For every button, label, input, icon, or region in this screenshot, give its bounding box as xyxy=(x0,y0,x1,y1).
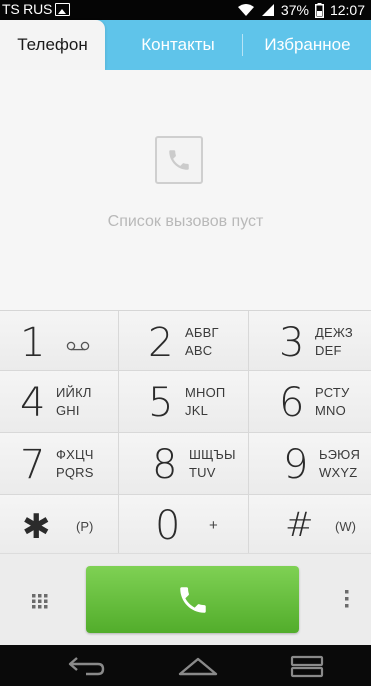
key-2[interactable]: 2 АБВГ ABC xyxy=(119,311,249,371)
key-letters-latin: ABC xyxy=(185,343,213,358)
dialpad-grid-icon[interactable] xyxy=(22,586,58,616)
key-sub-label: (W) xyxy=(335,519,356,534)
key-letters-cyrillic: ДЕЖЗ xyxy=(315,325,353,340)
key-9[interactable]: 9 ЬЭЮЯ WXYZ xyxy=(249,433,371,495)
call-button[interactable] xyxy=(86,566,299,633)
key-7[interactable]: 7 ФХЦЧ PQRS xyxy=(0,433,119,495)
tab-bar: Телефон Контакты Избранное xyxy=(0,20,371,70)
key-digit: 2 xyxy=(148,320,174,366)
key-letters-latin: DEF xyxy=(315,343,342,358)
tab-phone[interactable]: Телефон xyxy=(0,20,105,70)
clock: 12:07 xyxy=(329,2,365,18)
navigation-bar xyxy=(0,645,371,686)
voicemail-icon xyxy=(66,341,90,351)
key-digit: 1 xyxy=(20,320,46,366)
key-sub-label: (P) xyxy=(76,519,94,534)
dial-keypad: 1 2 АБВГ ABC 3 ДЕЖЗ DEF 4 ИЙКЛ GHI 5 МНО… xyxy=(0,310,371,554)
key-letters-cyrillic: ИЙКЛ xyxy=(56,385,92,400)
key-sub-label: + xyxy=(209,517,218,534)
battery-icon xyxy=(314,2,324,18)
key-letters-latin: MNO xyxy=(315,403,346,418)
tab-contacts[interactable]: Контакты xyxy=(114,20,242,70)
key-digit: # xyxy=(285,505,314,545)
recent-apps-icon[interactable] xyxy=(282,651,332,681)
key-8[interactable]: 8 ШЩЪЫ TUV xyxy=(119,433,249,495)
key-letters-latin: JKL xyxy=(185,403,209,418)
key-digit: 6 xyxy=(279,380,305,426)
tab-favorites[interactable]: Избранное xyxy=(244,20,371,70)
dialer-action-row xyxy=(0,553,371,645)
dialer-screen: TS RUS 37% 12:07 Телефон Контакты Избран… xyxy=(0,0,371,686)
phone-icon xyxy=(155,136,203,184)
key-digit: ✱ xyxy=(22,507,51,547)
key-digit: 9 xyxy=(283,442,309,488)
key-hash[interactable]: # (W) xyxy=(249,495,371,554)
empty-log-message: Список вызовов пуст xyxy=(107,213,264,230)
phone-icon xyxy=(179,586,206,613)
signal-icon xyxy=(261,4,274,16)
overflow-menu-icon[interactable] xyxy=(336,584,358,614)
key-digit: 0 xyxy=(155,503,181,549)
key-1[interactable]: 1 xyxy=(0,311,119,371)
wifi-icon xyxy=(237,4,254,16)
tab-divider xyxy=(242,34,243,56)
key-letters-latin: GHI xyxy=(56,403,80,418)
carrier-name: TS RUS xyxy=(2,1,53,17)
key-letters-cyrillic: ШЩЪЫ xyxy=(189,447,236,462)
key-0[interactable]: 0 + xyxy=(119,495,249,554)
key-letters-cyrillic: МНОП xyxy=(185,385,226,400)
key-letters-cyrillic: РСТУ xyxy=(315,385,350,400)
key-5[interactable]: 5 МНОП JKL xyxy=(119,371,249,433)
key-letters-latin: TUV xyxy=(189,465,216,480)
key-6[interactable]: 6 РСТУ MNO xyxy=(249,371,371,433)
key-digit: 8 xyxy=(152,442,178,488)
home-icon[interactable] xyxy=(173,651,223,681)
key-digit: 4 xyxy=(20,380,46,426)
key-letters-latin: WXYZ xyxy=(319,465,358,480)
battery-percent: 37% xyxy=(280,2,309,18)
key-letters-cyrillic: ЬЭЮЯ xyxy=(319,447,361,462)
key-4[interactable]: 4 ИЙКЛ GHI xyxy=(0,371,119,433)
key-digit: 3 xyxy=(279,320,305,366)
key-letters-cyrillic: ФХЦЧ xyxy=(56,447,94,462)
status-bar: TS RUS 37% 12:07 xyxy=(0,0,371,20)
status-indicators: 37% 12:07 xyxy=(237,0,365,20)
gallery-notification-icon xyxy=(55,3,70,16)
key-letters-cyrillic: АБВГ xyxy=(185,325,219,340)
key-digit: 7 xyxy=(20,442,46,488)
key-star[interactable]: ✱ (P) xyxy=(0,495,119,554)
key-3[interactable]: 3 ДЕЖЗ DEF xyxy=(249,311,371,371)
key-letters-latin: PQRS xyxy=(56,465,94,480)
back-icon[interactable] xyxy=(62,651,112,681)
call-log: Список вызовов пуст xyxy=(0,70,371,310)
key-digit: 5 xyxy=(148,380,174,426)
